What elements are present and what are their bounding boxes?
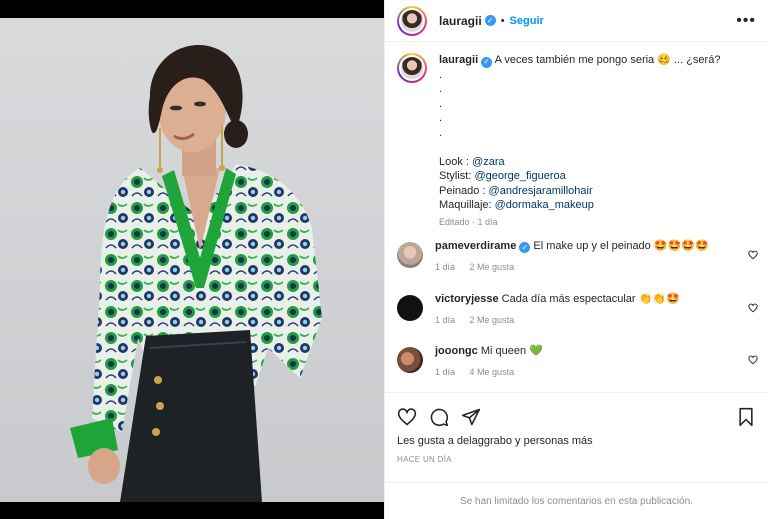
look-label: Look :: [439, 155, 473, 168]
caption: lauragii ✓ A veces también me pongo seria…: [385, 43, 768, 229]
verified-badge-icon: ✓: [484, 15, 496, 26]
commenter-avatar[interactable]: [397, 242, 423, 268]
peinado-label: Peinado :: [439, 184, 489, 197]
post-header: lauragii ✓ • Seguir •••: [385, 0, 768, 42]
instagram-post-viewer: lauragii ✓ • Seguir ••• lauragii ✓ A vece…: [0, 0, 768, 519]
post-actions: Les gusta a delaggrabo y personas más HA…: [385, 392, 768, 519]
mention-link[interactable]: @dormaka_makeup: [495, 199, 594, 211]
caption-dot: .: [439, 68, 443, 81]
post-image: [0, 18, 384, 502]
comment-time: 1 día: [435, 315, 456, 325]
caption-text-block: lauragii ✓ A veces también me pongo seria…: [439, 53, 720, 229]
share-icon[interactable]: [461, 407, 481, 427]
comment-time: 1 día: [435, 262, 456, 272]
likes-summary[interactable]: Les gusta a delaggrabo y personas más: [385, 431, 768, 447]
bookmark-icon[interactable]: [736, 407, 756, 427]
comment-item: pameverdirame ✓ El make up y el peinado 🤩…: [385, 239, 768, 275]
caption-username[interactable]: lauragii: [439, 54, 478, 66]
caption-dot: .: [439, 97, 443, 110]
mention-link[interactable]: @zara: [472, 156, 505, 168]
heart-icon[interactable]: [397, 407, 417, 427]
caption-dot: .: [439, 83, 443, 96]
caption-author-avatar[interactable]: [397, 53, 427, 83]
commenter-username[interactable]: jooongc: [435, 345, 478, 357]
like-comment-heart-icon[interactable]: [748, 355, 758, 365]
header-separator: •: [500, 14, 505, 27]
comment-likes[interactable]: 2 Me gusta: [470, 315, 515, 325]
comment-text: Mi queen 💚: [480, 345, 543, 357]
comment-likes[interactable]: 4 Me gusta: [470, 367, 515, 377]
caption-dot: .: [439, 112, 443, 125]
comment-likes[interactable]: 2 Me gusta: [470, 262, 515, 272]
author-avatar[interactable]: [397, 5, 427, 36]
more-options-icon[interactable]: •••: [736, 12, 756, 30]
comment-item: victoryjesse Cada día más espectacular 👏…: [385, 292, 768, 328]
comment-time: 1 día: [435, 367, 456, 377]
follow-button[interactable]: Seguir: [510, 15, 544, 27]
commenter-username[interactable]: pameverdirame: [435, 240, 516, 252]
post-detail-panel: lauragii ✓ • Seguir ••• lauragii ✓ A vece…: [384, 0, 768, 519]
comment-item: jooongc Mi queen 💚 1 día 4 Me gusta: [385, 344, 768, 380]
verified-badge-icon: ✓: [519, 242, 531, 253]
author-username[interactable]: lauragii: [439, 14, 482, 28]
comment-icon[interactable]: [429, 407, 449, 427]
like-comment-heart-icon[interactable]: [748, 303, 758, 313]
comments-limited-notice: Se han limitado los comentarios en esta …: [385, 482, 768, 519]
maquillaje-label: Maquillaje:: [439, 199, 495, 212]
post-timestamp: HACE UN DÍA: [397, 455, 452, 464]
comment-text: Cada día más espectacular 👏👏🤩: [501, 293, 680, 305]
stylist-label: Stylist:: [439, 170, 475, 183]
caption-dot: .: [439, 126, 443, 139]
comments-limited-text: Se han limitado los comentarios en esta …: [460, 496, 693, 507]
post-photo[interactable]: [0, 18, 384, 502]
comments-scroll-area[interactable]: lauragii ✓ A veces también me pongo seria…: [385, 43, 768, 392]
commenter-username[interactable]: victoryjesse: [435, 293, 499, 305]
mention-link[interactable]: @george_figueroa: [474, 170, 565, 182]
commenter-avatar[interactable]: [397, 295, 423, 321]
commenter-avatar[interactable]: [397, 347, 423, 373]
caption-edited-time: Editado · 1 día: [439, 216, 498, 227]
comment-text: El make up y el peinado 🤩🤩🤩🤩: [533, 240, 709, 252]
mention-link[interactable]: @andresjaramillohair: [489, 185, 593, 197]
caption-text: A veces también me pongo seria 🥴 ... ¿se…: [494, 54, 721, 66]
verified-badge-icon: ✓: [481, 56, 493, 68]
like-comment-heart-icon[interactable]: [748, 250, 758, 260]
